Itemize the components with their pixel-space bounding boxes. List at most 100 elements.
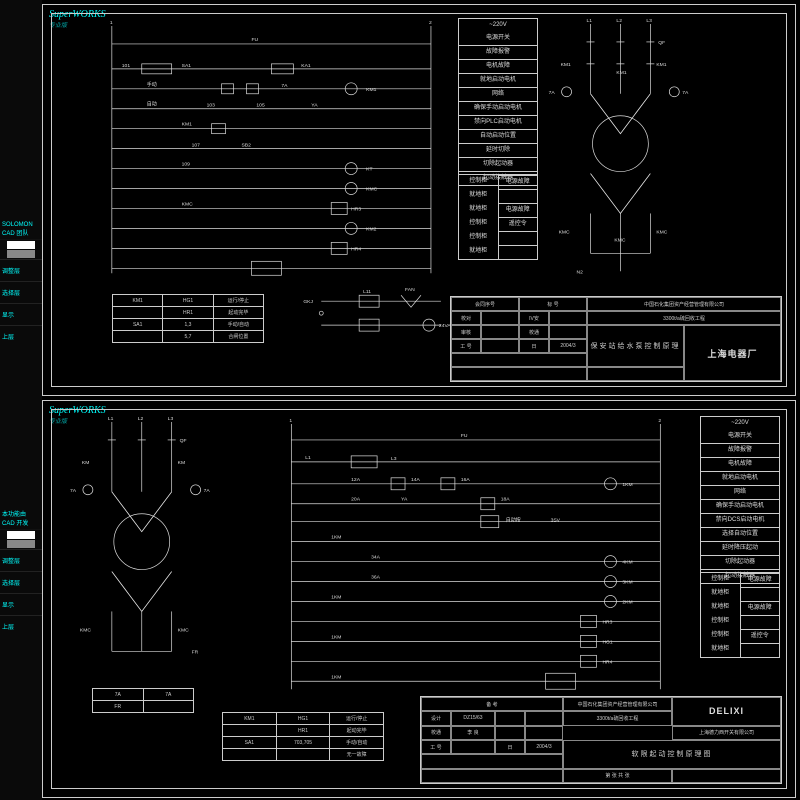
svg-text:KA1: KA1 (301, 63, 311, 69)
svg-text:7A: 7A (204, 488, 211, 494)
sidebar-btn[interactable]: 上层 (0, 615, 42, 637)
table-cell: 运行/停止 (329, 713, 383, 724)
table-cell: 无一故障 (329, 749, 383, 760)
legend-cell: 电源故障 (498, 203, 538, 217)
svg-text:1: 1 (289, 418, 292, 424)
legend-cell: 电机故障 (701, 457, 779, 471)
svg-text:2: 2 (429, 20, 432, 26)
svg-text:L3: L3 (391, 456, 397, 462)
svg-text:KM1: KM1 (561, 62, 571, 68)
legend-cell (498, 189, 538, 203)
svg-text:1KM: 1KM (331, 634, 341, 640)
svg-text:3KM: 3KM (622, 580, 632, 586)
sidebar-group-label: SOLOMON CAD 团队 (0, 220, 42, 240)
table-cell: 手动/自动 (329, 737, 383, 748)
legend-cell: 遥控令 (740, 629, 780, 643)
legend-cell: 就地柜 (701, 643, 740, 656)
legend-cell: 电机故障 (459, 59, 537, 73)
legend-cell: 确保手动启动电机 (701, 499, 779, 513)
table-cell: HR1 (162, 307, 212, 318)
sidebar-btn[interactable]: 选择层 (0, 571, 42, 593)
legend-cell: 切除起动器 (701, 555, 779, 569)
legend-cell: 就地启动电机 (701, 471, 779, 485)
swatch[interactable] (7, 531, 35, 539)
table-cell: 起动完毕 (329, 725, 383, 736)
sidebar-btn[interactable]: 选择层 (0, 281, 42, 303)
svg-text:109: 109 (182, 162, 191, 168)
svg-text:自动按: 自动按 (506, 517, 521, 524)
svg-text:KM1: KM1 (182, 122, 192, 128)
legend-cell: 电源故障 (740, 601, 780, 615)
svg-text:105: 105 (256, 103, 265, 109)
svg-text:101: 101 (122, 63, 131, 69)
svg-text:1KM: 1KM (331, 594, 341, 600)
svg-text:1KM: 1KM (622, 482, 632, 488)
svg-text:KMC: KMC (366, 187, 377, 193)
svg-text:103: 103 (207, 103, 216, 109)
svg-text:12A: 12A (351, 477, 361, 483)
legend-cell: 禁向PLC启动电机 (459, 115, 537, 129)
svg-text:7A: 7A (682, 90, 689, 96)
contact-table: KM1HG1运行/停止HR1起动完毕SA11,3手动/自动5,7合闸位置 (112, 294, 264, 343)
svg-text:KM1: KM1 (366, 87, 376, 93)
svg-text:18A: 18A (501, 497, 511, 503)
svg-text:L1: L1 (587, 18, 593, 24)
sidebar-btn[interactable]: 调整层 (0, 549, 42, 571)
table-cell: HG1 (276, 713, 330, 724)
table-cell (223, 749, 276, 760)
legend-cell: 禁向DCS启动电机 (701, 513, 779, 527)
signal-legend: ~220V 电源开关故障报警电机故障就地启动电机网络确保手动启动电机禁向DCS启… (700, 416, 780, 584)
swatch[interactable] (7, 250, 35, 258)
sidebar-btn[interactable]: 调整层 (0, 259, 42, 281)
legend-cell: 控制柜 (701, 573, 740, 586)
svg-text:L3: L3 (168, 416, 174, 422)
legend-cell: 切除起动器 (459, 157, 537, 171)
sidebar-btn[interactable]: 显示 (0, 303, 42, 325)
svg-text:7A: 7A (281, 83, 288, 89)
svg-text:L1: L1 (108, 416, 114, 422)
drawing-frame: L1L2L3 QF KMKM 7A7A KMCKMC FR 12 FU L1 (51, 409, 787, 789)
svg-text:KM: KM (178, 460, 185, 466)
legend-cell: 控制柜 (459, 175, 498, 188)
svg-text:14A: 14A (411, 477, 421, 483)
svg-text:L2: L2 (138, 416, 144, 422)
table-cell: 合闸位置 (213, 331, 263, 342)
svg-text:FR: FR (192, 649, 199, 655)
svg-text:YA: YA (401, 497, 408, 503)
table-cell (113, 307, 162, 318)
svg-text:36A: 36A (371, 575, 381, 581)
svg-text:4KM: 4KM (622, 560, 632, 566)
legend-cell: 电源开关 (459, 32, 537, 45)
legend-cell: 就地柜 (459, 245, 498, 258)
svg-text:手动: 手动 (147, 81, 157, 88)
svg-text:KMC: KMC (559, 229, 570, 235)
legend-cell: 故障报警 (459, 45, 537, 59)
legend-cell: 电源故障 (740, 573, 780, 587)
legend-cell: ~220V (459, 19, 537, 32)
table-cell (113, 331, 162, 342)
legend-cell: 控制柜 (459, 217, 498, 230)
signal-legend-split: 控制柜电源故障就地柜就地柜电源故障控制柜遥控令控制柜就地柜 (458, 174, 538, 260)
svg-text:QF: QF (180, 438, 187, 444)
svg-text:HR3: HR3 (602, 619, 612, 625)
legend-cell: ~220V (701, 417, 779, 430)
svg-text:107: 107 (192, 143, 201, 149)
aux-table: 7A7A FR (92, 688, 194, 713)
sidebar-btn[interactable]: 上层 (0, 325, 42, 347)
svg-text:FAN: FAN (405, 287, 415, 293)
table-cell: 5,7 (162, 331, 212, 342)
svg-text:SA1: SA1 (182, 63, 192, 69)
cad-sidebar: SOLOMON CAD 团队 调整层 选择层 显示 上层 本功能由 CAD 开发… (0, 0, 42, 800)
table-cell: SA1 (113, 319, 162, 330)
swatch[interactable] (7, 540, 35, 548)
legend-cell: 延时降压起动 (701, 541, 779, 555)
svg-text:7A: 7A (70, 488, 77, 494)
svg-text:N2: N2 (577, 269, 584, 275)
swatch[interactable] (7, 241, 35, 249)
svg-text:3SV: 3SV (551, 518, 561, 524)
sidebar-btn[interactable]: 显示 (0, 593, 42, 615)
table-cell: 手动/自动 (213, 319, 263, 330)
legend-cell: 控制柜 (701, 629, 740, 642)
svg-text:KMC: KMC (80, 627, 91, 633)
legend-cell: 延时切除 (459, 143, 537, 157)
